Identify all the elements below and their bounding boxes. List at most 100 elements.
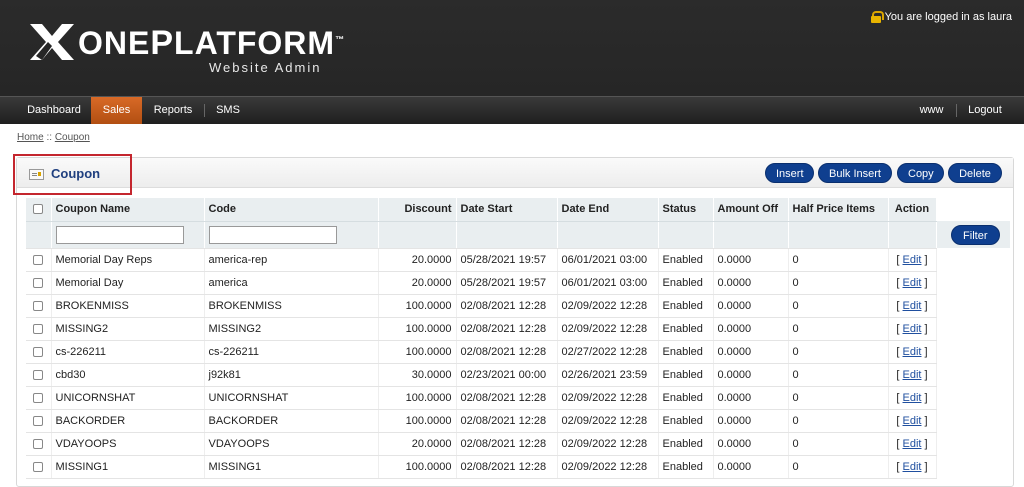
breadcrumb-current[interactable]: Coupon xyxy=(55,132,90,143)
code-filter-input[interactable] xyxy=(208,225,337,244)
cell-code: BROKENMISS xyxy=(204,294,379,318)
table-row[interactable]: BACKORDER BACKORDER 100.0000 02/08/2021 12:… xyxy=(26,409,1010,433)
edit-link[interactable]: Edit xyxy=(903,346,922,358)
cell-action: [ Edit ] xyxy=(888,409,937,433)
table-row[interactable]: cs-226211 cs-226211 100.0000 02/08/2021 12:… xyxy=(26,340,1010,364)
breadcrumb-home[interactable]: Home xyxy=(17,132,44,143)
cell-amount-off: 0.0000 xyxy=(713,271,789,295)
copy-button[interactable]: Copy xyxy=(897,163,944,183)
row-checkbox[interactable] xyxy=(33,369,44,380)
cell-amount-off: 0.0000 xyxy=(713,317,789,341)
insert-button[interactable]: Insert xyxy=(765,163,814,183)
filter-button-cell: Filter xyxy=(936,221,1011,248)
cell-code: UNICORNSHAT xyxy=(204,386,379,410)
row-spacer xyxy=(936,386,1010,409)
cell-date-end: 02/09/2022 12:28 xyxy=(557,317,659,341)
row-checkbox[interactable] xyxy=(33,461,44,472)
bulk-insert-button[interactable]: Bulk Insert xyxy=(818,163,892,183)
col-header-date-start[interactable]: Date Start xyxy=(456,198,558,222)
col-header-name[interactable]: Coupon Name xyxy=(51,198,205,222)
row-spacer xyxy=(936,455,1010,478)
cell-amount-off: 0.0000 xyxy=(713,432,789,456)
cell-action: [ Edit ] xyxy=(888,271,937,295)
cell-date-start: 02/23/2021 00:00 xyxy=(456,363,558,387)
cell-date-start: 05/28/2021 19:57 xyxy=(456,248,558,272)
row-spacer xyxy=(936,432,1010,455)
table-row[interactable]: VDAYOOPS VDAYOOPS 20.0000 02/08/2021 12:28 0… xyxy=(26,432,1010,456)
table-row[interactable]: Memorial Day america 20.0000 05/28/2021 19:… xyxy=(26,271,1010,295)
filter-cell xyxy=(888,221,937,249)
cell-status: Enabled xyxy=(658,248,714,272)
edit-link[interactable]: Edit xyxy=(903,323,922,335)
row-checkbox[interactable] xyxy=(33,277,44,288)
edit-link[interactable]: Edit xyxy=(903,300,922,312)
col-header-discount[interactable]: Discount xyxy=(378,198,457,222)
table-row[interactable]: cbd30 j92k81 30.0000 02/23/2021 00:00 02/26/… xyxy=(26,363,1010,387)
nav-item-dashboard[interactable]: Dashboard xyxy=(18,97,90,124)
edit-link[interactable]: Edit xyxy=(903,277,922,289)
cell-amount-off: 0.0000 xyxy=(713,386,789,410)
edit-link[interactable]: Edit xyxy=(903,254,922,266)
nav-item-reports[interactable]: Reports xyxy=(143,97,203,124)
col-header-date-end[interactable]: Date End xyxy=(557,198,659,222)
table-header-row: Coupon Name Code Discount Date Start Dat… xyxy=(26,198,1010,222)
table-row[interactable]: MISSING2 MISSING2 100.0000 02/08/2021 12:28… xyxy=(26,317,1010,341)
cell-date-start: 02/08/2021 12:28 xyxy=(456,317,558,341)
table-row[interactable]: UNICORNSHAT UNICORNSHAT 100.0000 02/08/2021… xyxy=(26,386,1010,410)
cell-discount: 100.0000 xyxy=(378,340,457,364)
cell-discount: 100.0000 xyxy=(378,455,457,479)
cell-amount-off: 0.0000 xyxy=(713,409,789,433)
filter-button[interactable]: Filter xyxy=(951,224,1000,245)
edit-link[interactable]: Edit xyxy=(903,369,922,381)
coupon-icon xyxy=(29,169,44,180)
logout-link[interactable]: Logout xyxy=(960,97,1010,124)
select-cell xyxy=(26,294,52,318)
row-checkbox[interactable] xyxy=(33,254,44,265)
main-nav: Dashboard Sales Reports SMS www Logout xyxy=(0,96,1024,124)
table-row[interactable]: Memorial Day Reps america-rep 20.0000 05/28… xyxy=(26,248,1010,272)
cell-date-start: 02/08/2021 12:28 xyxy=(456,432,558,456)
cell-amount-off: 0.0000 xyxy=(713,340,789,364)
select-cell xyxy=(26,317,52,341)
edit-link[interactable]: Edit xyxy=(903,392,922,404)
nav-item-sms[interactable]: SMS xyxy=(205,97,251,124)
cell-action: [ Edit ] xyxy=(888,432,937,456)
cell-code: cs-226211 xyxy=(204,340,379,364)
delete-button[interactable]: Delete xyxy=(948,163,1002,183)
name-filter-input[interactable] xyxy=(55,225,184,244)
filter-cell xyxy=(788,221,889,249)
cell-coupon-name: MISSING1 xyxy=(51,455,205,479)
row-checkbox[interactable] xyxy=(33,415,44,426)
cell-half-price: 0 xyxy=(788,386,889,410)
cell-date-start: 02/08/2021 12:28 xyxy=(456,409,558,433)
edit-link[interactable]: Edit xyxy=(903,415,922,427)
col-header-action: Action xyxy=(888,198,937,222)
col-header-code[interactable]: Code xyxy=(204,198,379,222)
x-logo-icon xyxy=(30,24,74,60)
row-checkbox[interactable] xyxy=(33,438,44,449)
col-header-amount-off[interactable]: Amount Off xyxy=(713,198,789,222)
cell-date-start: 02/08/2021 12:28 xyxy=(456,340,558,364)
cell-status: Enabled xyxy=(658,340,714,364)
row-checkbox[interactable] xyxy=(33,300,44,311)
edit-link[interactable]: Edit xyxy=(903,438,922,450)
table-row[interactable]: BROKENMISS BROKENMISS 100.0000 02/08/2021 1… xyxy=(26,294,1010,318)
row-checkbox[interactable] xyxy=(33,392,44,403)
table-row[interactable]: MISSING1 MISSING1 100.0000 02/08/2021 12:28… xyxy=(26,455,1010,479)
cell-amount-off: 0.0000 xyxy=(713,248,789,272)
cell-status: Enabled xyxy=(658,294,714,318)
cell-discount: 100.0000 xyxy=(378,317,457,341)
row-checkbox[interactable] xyxy=(33,346,44,357)
cell-status: Enabled xyxy=(658,317,714,341)
cell-date-end: 06/01/2021 03:00 xyxy=(557,271,659,295)
nav-item-sales[interactable]: Sales xyxy=(91,97,142,124)
cell-discount: 30.0000 xyxy=(378,363,457,387)
col-header-status[interactable]: Status xyxy=(658,198,714,222)
select-all-cell xyxy=(26,198,52,222)
table-body: Memorial Day Reps america-rep 20.0000 05/28… xyxy=(26,248,1010,479)
nav-item-www[interactable]: www xyxy=(909,97,954,124)
select-all-checkbox[interactable] xyxy=(33,204,44,215)
row-checkbox[interactable] xyxy=(33,323,44,334)
col-header-half-price[interactable]: Half Price Items xyxy=(788,198,889,222)
edit-link[interactable]: Edit xyxy=(903,461,922,473)
